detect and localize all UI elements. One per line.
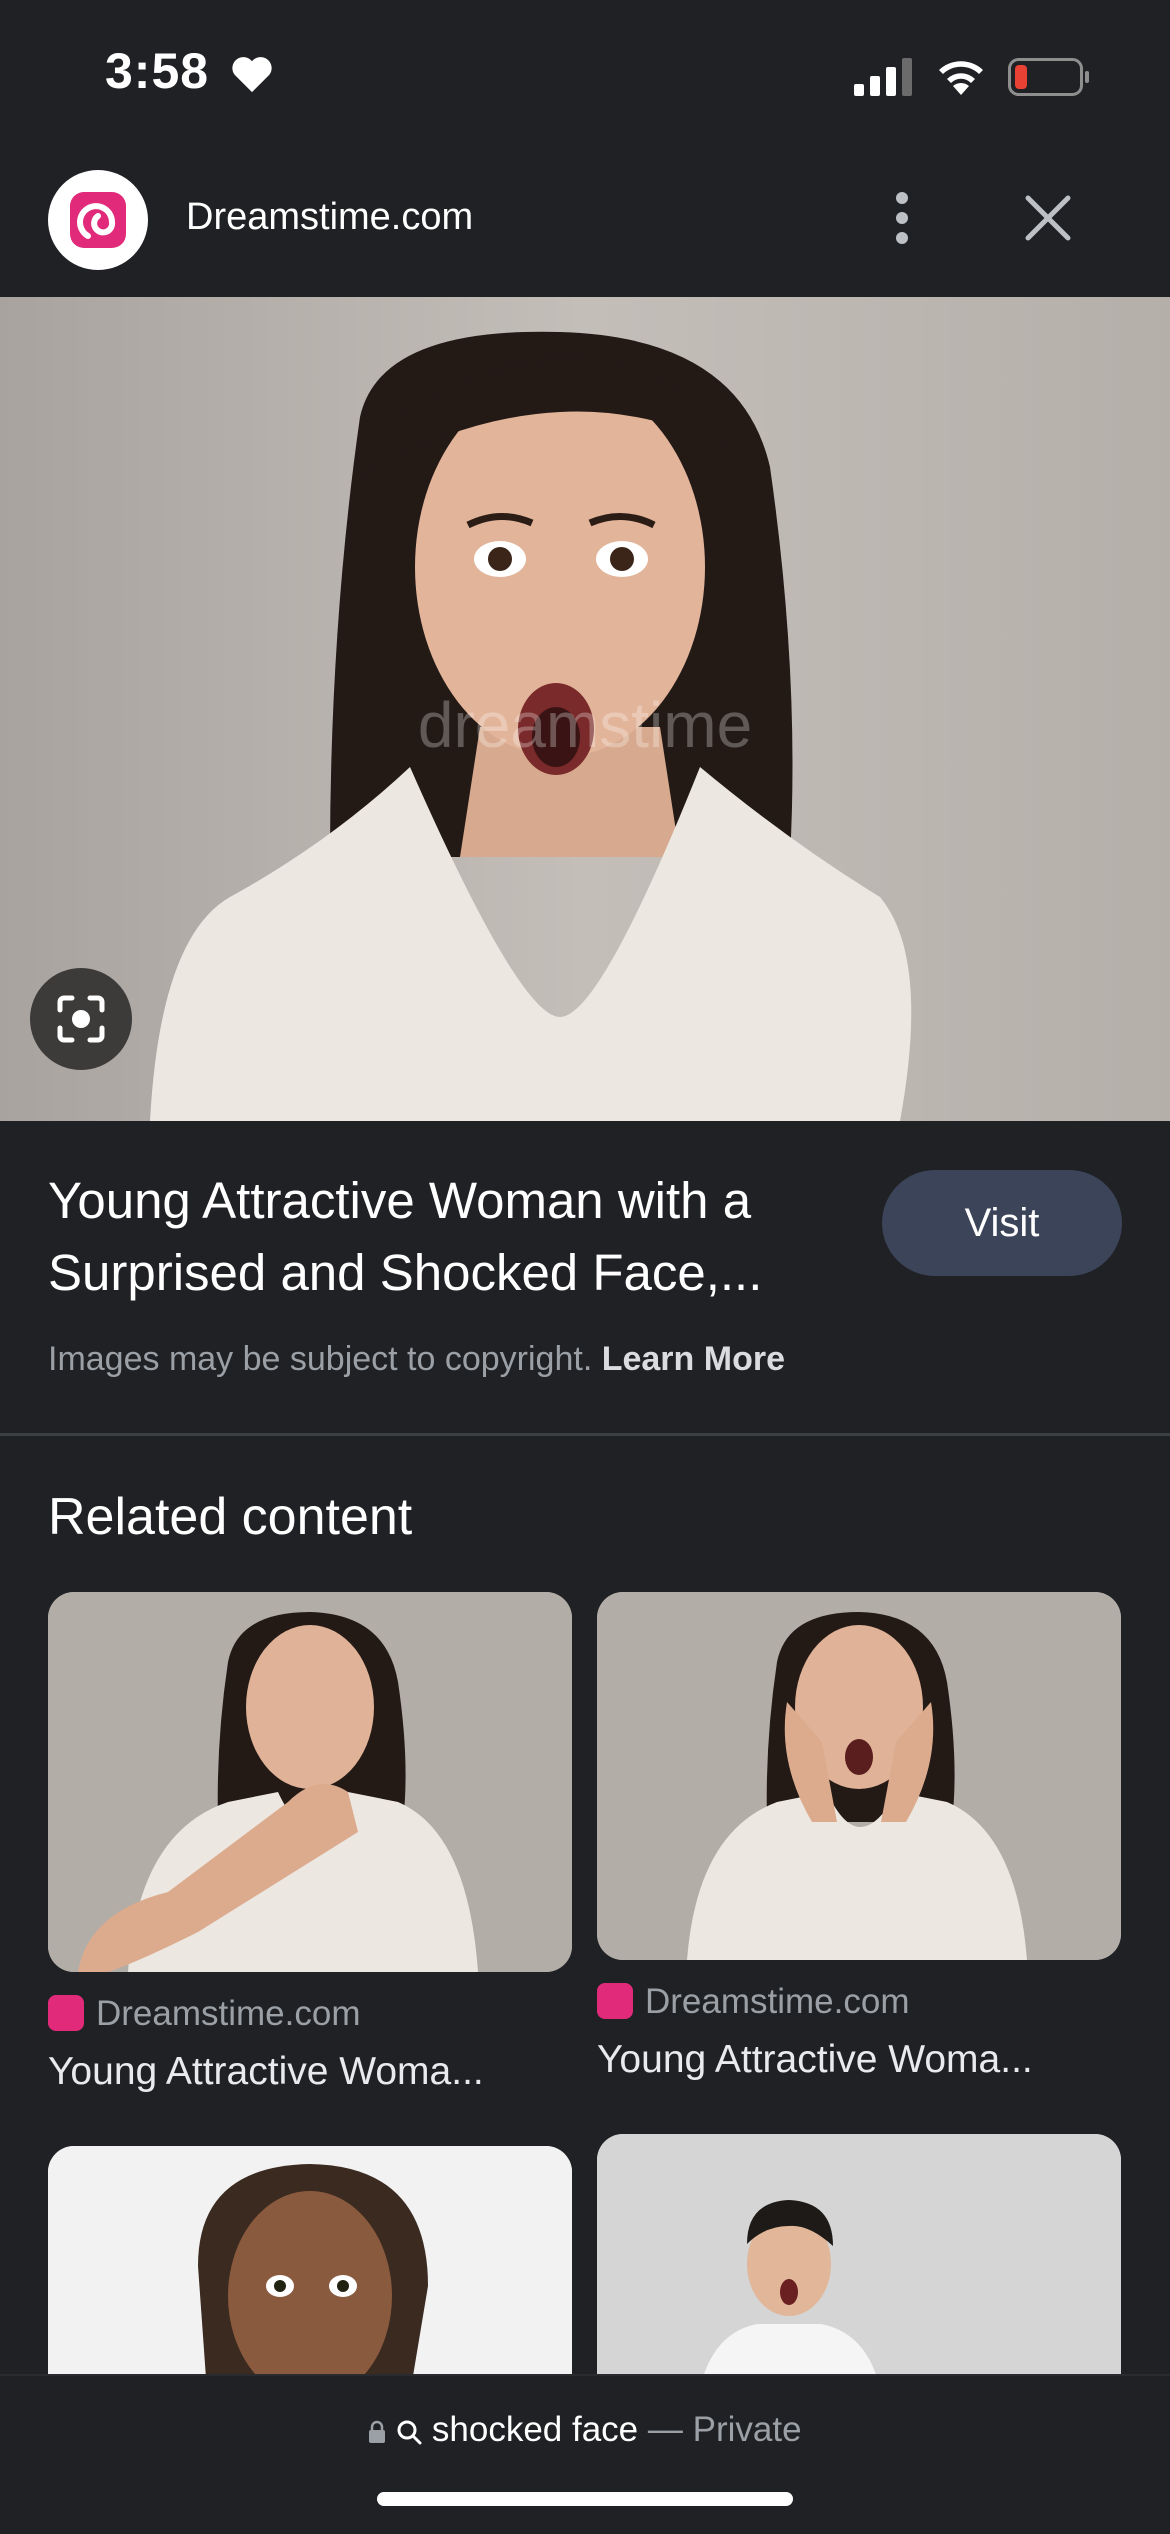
related-card-source: Dreamstime.com [48,1994,360,2034]
copyright-text: Images may be subject to copyright. [48,1340,593,1378]
site-name[interactable]: Dreamstime.com [186,196,473,239]
result-title[interactable]: Young Attractive Woman with a Surprised … [48,1165,848,1309]
heart-icon [232,57,272,93]
card-source-label: Dreamstime.com [96,1994,361,2033]
dreamstime-logo-icon [48,170,148,270]
lens-button[interactable] [30,968,132,1070]
wifi-icon [939,61,983,95]
result-image[interactable]: dreamstime [0,297,1170,1121]
dreamstime-favicon-icon [597,1983,633,2019]
watermark-text: dreamstime [418,689,752,761]
lens-icon [57,995,105,1043]
search-icon [397,2420,422,2445]
related-card-source: Dreamstime.com [597,1982,909,2022]
related-card-image[interactable] [597,1592,1121,1960]
more-vert-icon[interactable] [880,186,924,250]
separator: — [647,2410,683,2449]
lock-icon [369,2420,386,2443]
card-source-label: Dreamstime.com [645,1982,910,2021]
related-card-image[interactable] [48,2146,572,2406]
related-heading: Related content [48,1488,413,1546]
home-indicator[interactable] [377,2492,793,2506]
related-card-title[interactable]: Young Attractive Woma... [597,2038,1117,2082]
sheet-header [0,150,1170,295]
learn-more-link[interactable]: Learn More [602,1340,785,1378]
related-card-image[interactable] [48,1592,572,1972]
search-query: shocked face [431,2410,639,2449]
copyright-notice: Images may be subject to copyright. Lear… [48,1340,785,1379]
dreamstime-favicon-icon [48,1995,84,2031]
visit-button[interactable]: Visit [882,1170,1122,1276]
private-mode-label: Private [692,2410,802,2449]
battery-icon [1008,58,1089,96]
close-icon[interactable] [1020,190,1076,246]
related-card-title[interactable]: Young Attractive Woma... [48,2050,568,2094]
bottom-url-bar[interactable] [0,2374,1170,2534]
divider [0,1433,1170,1436]
related-card-image[interactable] [597,2134,1121,2404]
status-time: 3:58 [105,43,210,99]
signal-icon [854,58,912,96]
url-line[interactable]: shocked face — Private [0,2410,1170,2450]
